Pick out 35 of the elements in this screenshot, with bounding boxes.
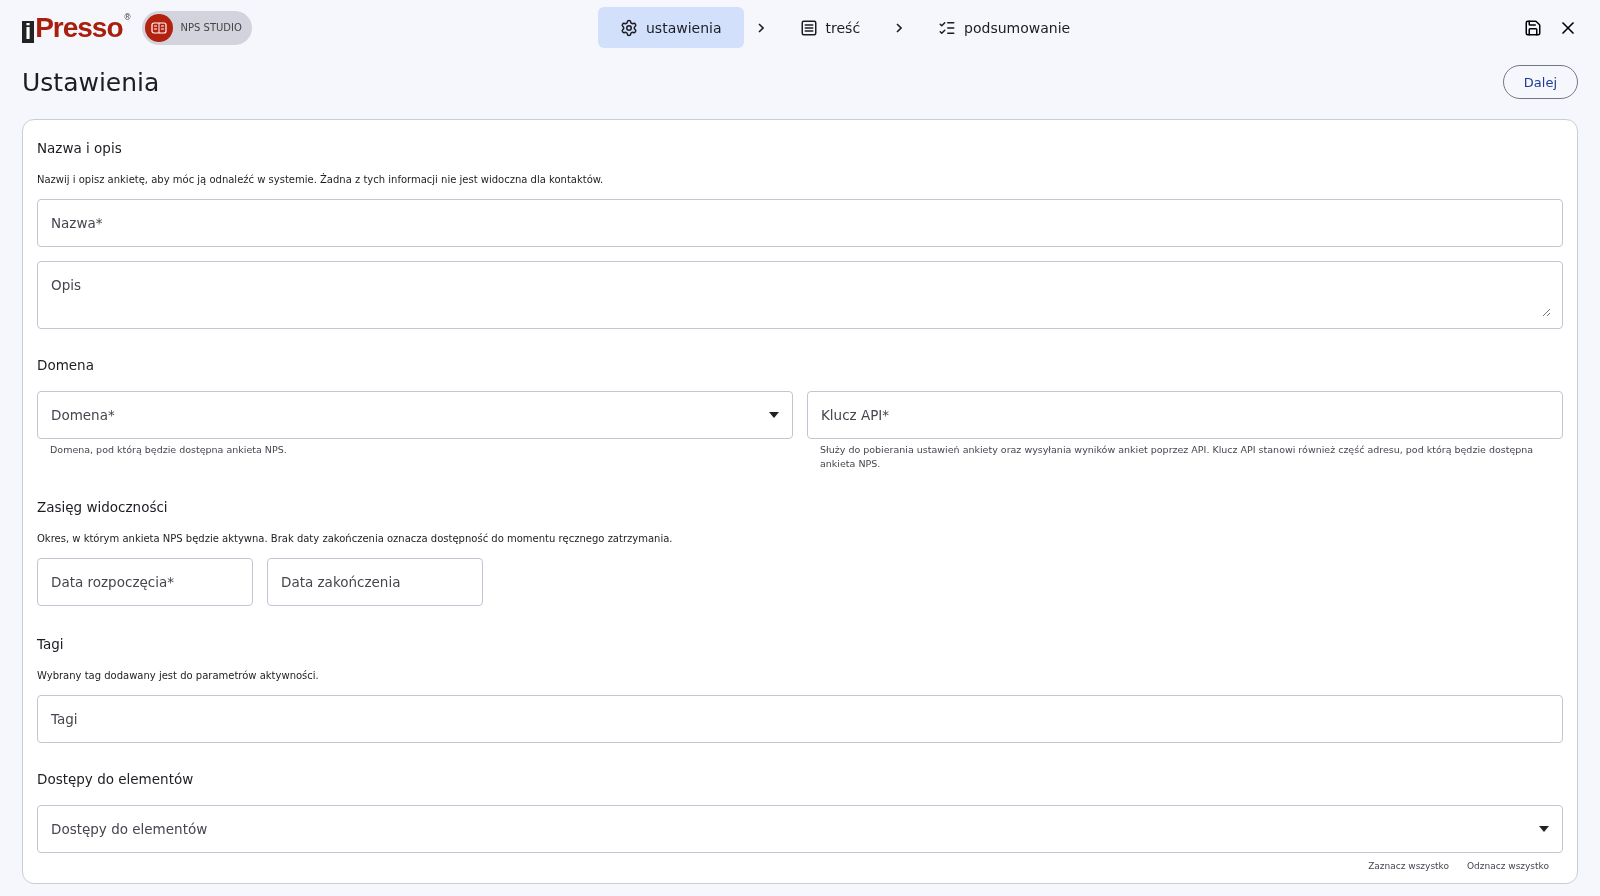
gear-icon	[620, 18, 638, 37]
section-title: Tagi	[37, 636, 65, 652]
input-field[interactable]: Nazwa*	[37, 199, 1563, 247]
app-badge: NPS STUDIO	[141, 10, 252, 45]
section-title: Zasięg widoczności	[37, 499, 169, 515]
section-description: Nazwij i opisz ankietę, aby móc ją odnaleźć w systemie. Żadna z tych informacji nie jest widoczna dla kontaktów.	[37, 174, 605, 185]
section-title: Dostępy do elementów	[37, 771, 195, 787]
section-description: Okres, w którym ankieta NPS będzie aktywna. Brak daty zakończenia oznacza dostępność do momentu ręcznego zatrzymania.	[37, 533, 674, 544]
section-description: Wybrany tag dodawany jest do parametrów aktywności.	[37, 670, 320, 681]
helper-text: Służy do pobierania ustawień ankiety oraz wysyłania wyników ankiet poprzez API. Klucz API stanowi również część adresu, pod którą będzie dostępna ankieta NPS.	[819, 443, 1535, 471]
select-field[interactable]: Dostępy do elementów	[37, 805, 1563, 853]
caret-icon	[769, 412, 779, 418]
caret-icon	[1539, 826, 1549, 832]
textarea-field[interactable]: Opis	[37, 261, 1563, 329]
select-link[interactable]: Odznacz wszystko	[1467, 861, 1549, 871]
resize-handle-icon	[1542, 308, 1550, 316]
chevron-icon	[757, 22, 764, 33]
step-tab[interactable]: treść	[777, 7, 883, 48]
helper-text: Domena, pod którą będzie dostępna ankieta NPS.	[49, 443, 288, 457]
logo: i Presso®	[22, 12, 132, 43]
save-icon[interactable]	[1524, 18, 1542, 37]
input-field[interactable]: Data zakończenia	[267, 558, 483, 606]
page-title: Ustawienia	[22, 67, 160, 97]
step-tab[interactable]: ustawienia	[598, 7, 744, 48]
chevron-icon	[896, 22, 903, 33]
select-link[interactable]: Zaznacz wszystko	[1368, 861, 1449, 871]
step-tab[interactable]: podsumowanie	[916, 7, 1093, 48]
input-field[interactable]: Klucz API*	[807, 391, 1563, 439]
input-field[interactable]: Data rozpoczęcia*	[37, 558, 253, 606]
section-title: Nazwa i opis	[37, 140, 123, 156]
list-icon	[799, 18, 818, 37]
select-field[interactable]: Domena*	[37, 391, 793, 439]
section-title: Domena	[37, 357, 95, 373]
faces-icon	[144, 13, 173, 42]
input-field[interactable]: Tagi	[37, 695, 1563, 743]
